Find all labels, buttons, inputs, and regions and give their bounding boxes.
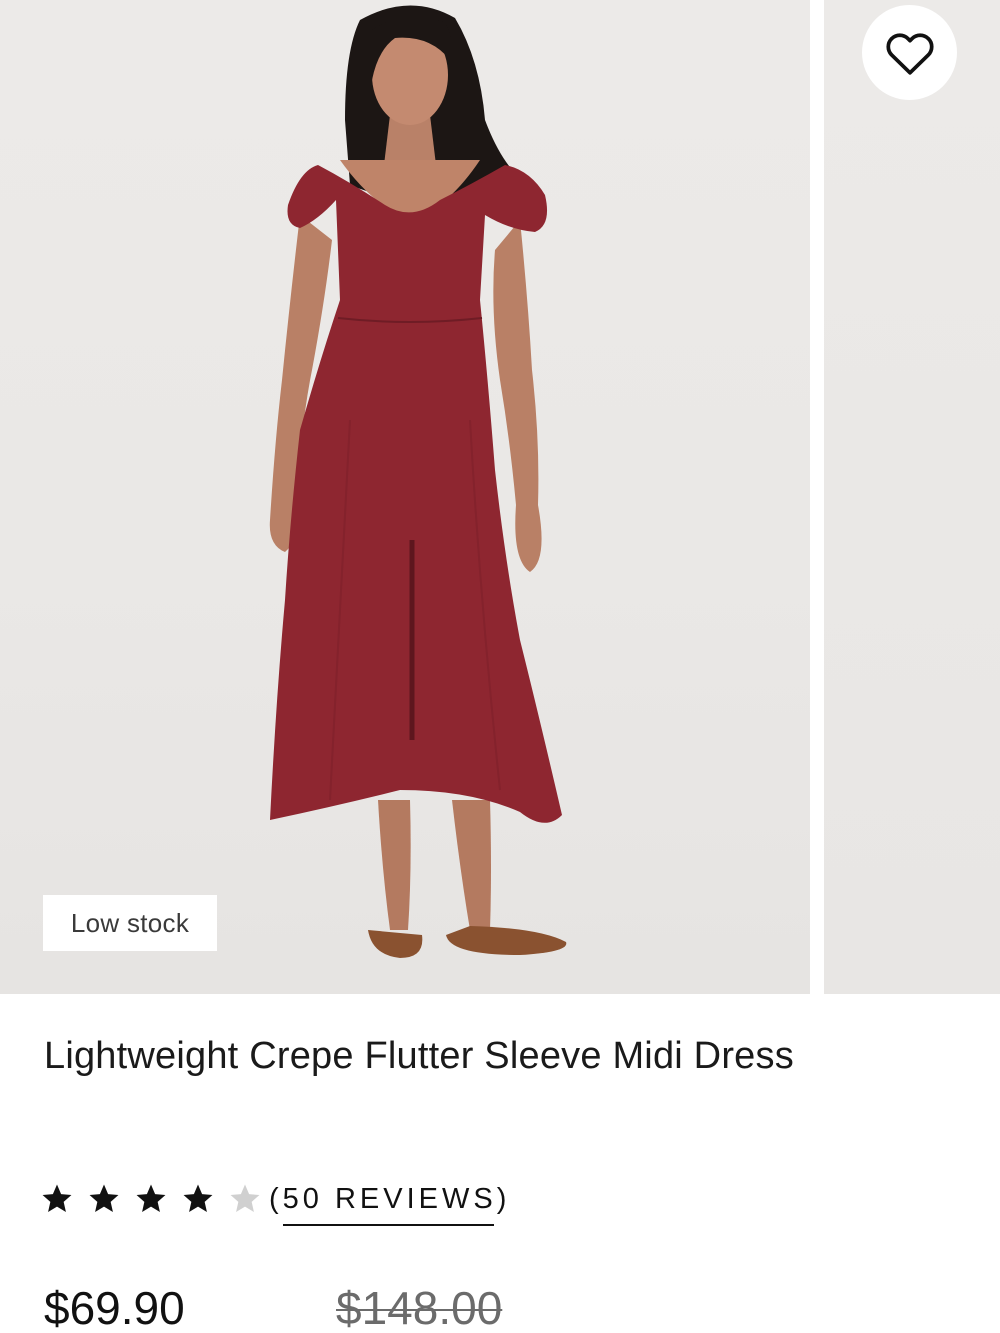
product-image-next-peek[interactable] (824, 0, 1000, 994)
product-title: Lightweight Crepe Flutter Sleeve Midi Dr… (44, 1035, 794, 1077)
star-empty-icon (230, 1184, 260, 1213)
product-detail-page: Low stock Lightweight Crepe Flutter Slee… (0, 0, 1000, 1333)
star-filled-icon (136, 1184, 166, 1213)
wishlist-button[interactable] (862, 5, 957, 100)
star-filled-icon (89, 1184, 119, 1213)
original-price: $148.00 (336, 1282, 503, 1333)
heart-outline-icon (885, 32, 934, 75)
star-filled-icon (183, 1184, 213, 1213)
reviews-link-underline (283, 1223, 495, 1226)
reviews-link-label: (50 REVIEWS) (269, 1182, 511, 1215)
low-stock-badge: Low stock (43, 895, 217, 951)
product-rating: (50 REVIEWS) (40, 1172, 510, 1226)
model-photo (269, 5, 567, 958)
star-filled-icon (42, 1184, 72, 1213)
sale-price: $69.90 (44, 1282, 185, 1333)
product-image-carousel[interactable]: Low stock (0, 0, 1000, 994)
product-image-main[interactable]: Low stock (0, 0, 810, 994)
price-row: $69.90 $148.00 (44, 1278, 502, 1333)
rating-stars (40, 1182, 275, 1216)
reviews-link[interactable]: (50 REVIEWS) (269, 1182, 511, 1226)
